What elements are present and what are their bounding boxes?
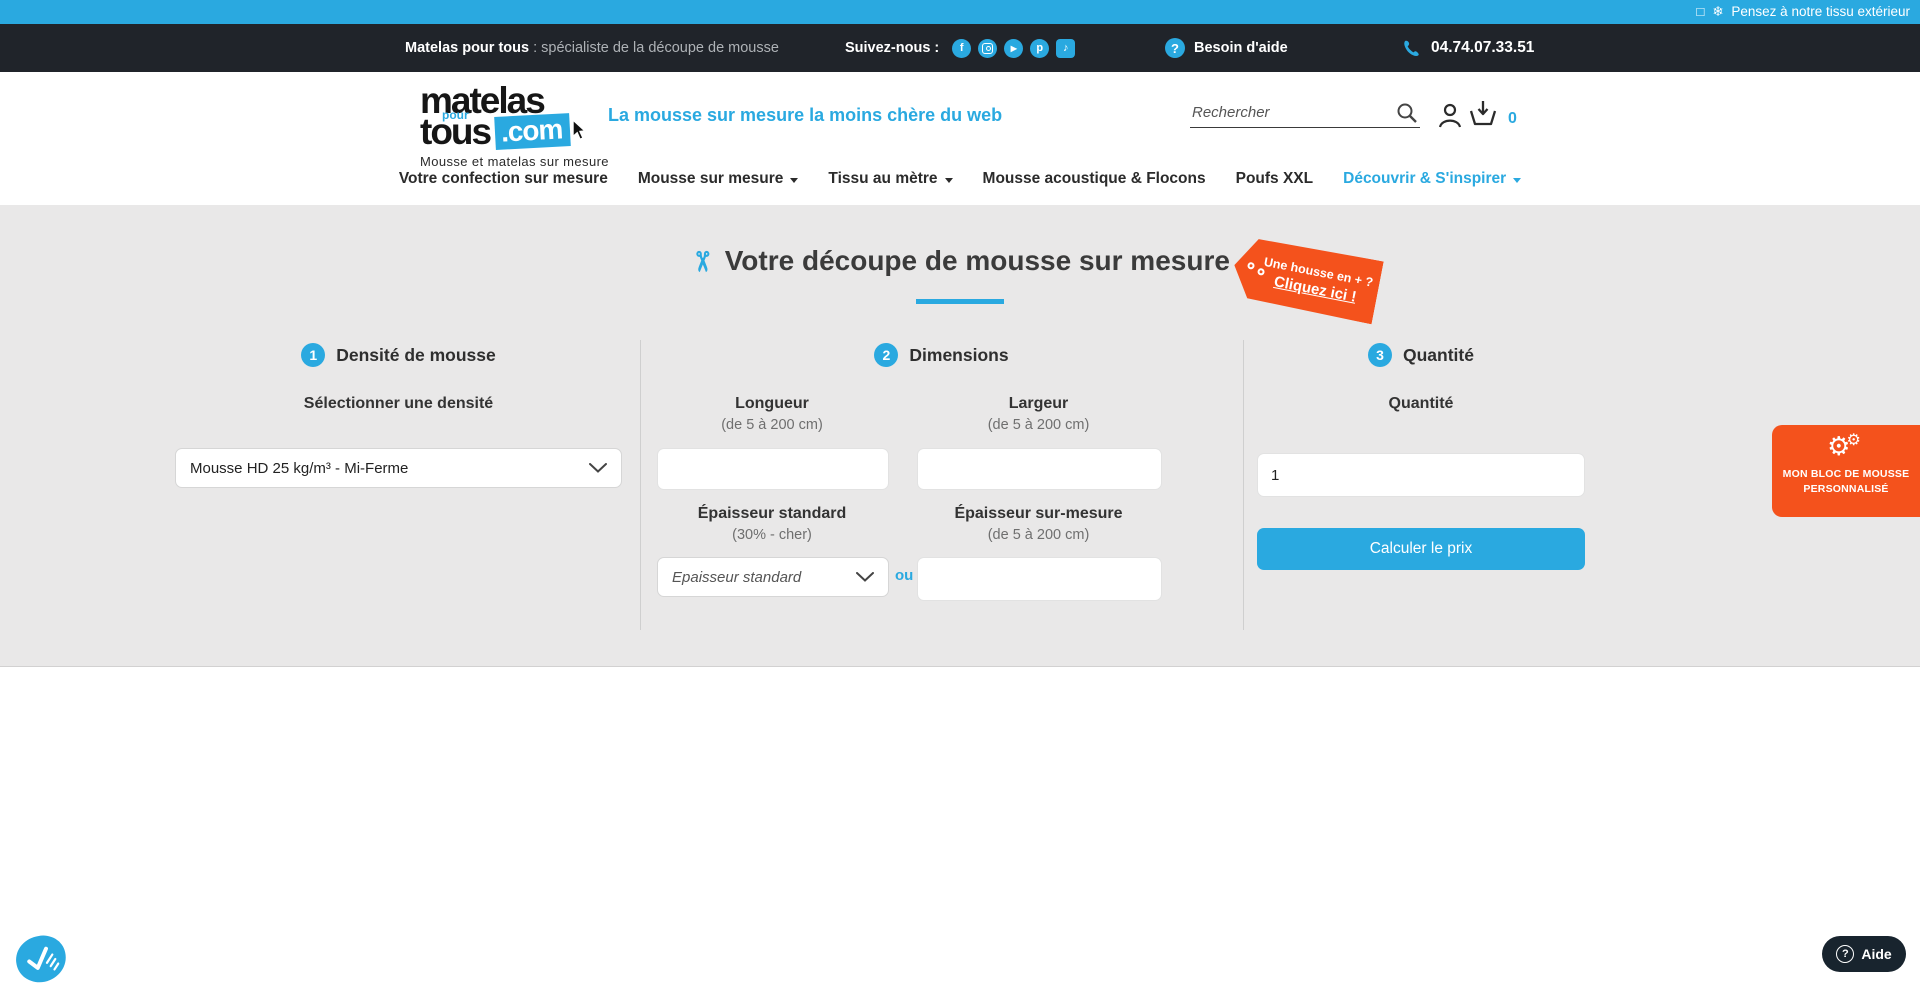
brand-name: Matelas pour tous	[405, 40, 529, 56]
page-title: ✂Votre découpe de mousse sur mesure	[0, 245, 1920, 277]
side-tab-label-line1: MON BLOC DE MOUSSE	[1772, 467, 1920, 482]
custom-thickness-label: Épaisseur sur-mesure	[917, 505, 1160, 523]
logo-subtitle: Mousse et matelas sur mesure	[420, 155, 609, 168]
cart-icon[interactable]	[1468, 100, 1498, 128]
chevron-down-icon	[790, 178, 798, 183]
reviews-widget[interactable]	[12, 931, 70, 986]
width-input[interactable]	[917, 448, 1162, 490]
search-icon[interactable]	[1396, 102, 1418, 124]
top-notice-bar: □ ❄ Pensez à notre tissu extérieur	[0, 0, 1920, 24]
header: matelas pour tous .com Mousse et matelas…	[0, 72, 1920, 205]
density-label: Sélectionner une densité	[175, 395, 622, 413]
nav-mousse-acoustique[interactable]: Mousse acoustique & Flocons	[983, 170, 1206, 188]
or-label: ou	[895, 567, 913, 584]
facebook-icon[interactable]: f	[952, 39, 971, 58]
help-widget-label: Aide	[1861, 946, 1891, 962]
need-help-link[interactable]: ? Besoin d'aide	[1165, 24, 1288, 72]
instagram-camera	[982, 43, 993, 54]
step1-number-badge: 1	[301, 343, 325, 367]
chevron-down-icon	[1513, 178, 1521, 183]
title-underline	[916, 299, 1004, 304]
length-input[interactable]	[657, 448, 889, 490]
tagline: La mousse sur mesure la moins chère du w…	[608, 105, 1002, 126]
chevron-down-icon	[945, 178, 953, 183]
gears-icon: ⚙⚙	[1772, 433, 1920, 467]
follow-label: Suivez-nous :	[845, 40, 939, 56]
mouse-cursor	[572, 119, 591, 141]
phone-number: 04.74.07.33.51	[1431, 39, 1534, 57]
brand-descriptor: : spécialiste de la découpe de mousse	[533, 40, 779, 56]
configurator-section: ✂Votre découpe de mousse sur mesure Une …	[0, 205, 1920, 667]
nav-poufs-xxl[interactable]: Poufs XXL	[1236, 170, 1314, 188]
width-hint: (de 5 à 200 cm)	[917, 417, 1160, 433]
main-nav: Votre confection sur mesure Mousse sur m…	[0, 170, 1920, 188]
std-thickness-label: Épaisseur standard	[657, 505, 887, 523]
step2-number-badge: 2	[874, 343, 898, 367]
density-select[interactable]: Mousse HD 25 kg/m³ - Mi-Ferme	[175, 448, 622, 488]
nav-mousse-sur-mesure[interactable]: Mousse sur mesure	[638, 170, 799, 188]
need-help-label: Besoin d'aide	[1194, 40, 1288, 56]
std-thickness-select[interactable]: Epaisseur standard	[657, 557, 889, 597]
chevron-down-icon	[856, 572, 874, 582]
column-divider	[640, 340, 641, 630]
question-icon: ?	[1165, 38, 1185, 58]
help-widget-button[interactable]: ? Aide	[1822, 936, 1906, 972]
brand-line: Matelas pour tous : spécialiste de la dé…	[405, 24, 779, 72]
quantity-input[interactable]	[1257, 453, 1585, 497]
std-thickness-hint: (30% - cher)	[657, 527, 887, 543]
box-icon: □	[1696, 4, 1704, 19]
step2-header: 2 Dimensions	[640, 343, 1243, 367]
snowflake-icon: ❄	[1712, 4, 1723, 19]
step3-number-badge: 3	[1368, 343, 1392, 367]
info-bar: Matelas pour tous : spécialiste de la dé…	[0, 24, 1920, 72]
phone-contact[interactable]: 04.74.07.33.51	[1402, 24, 1534, 72]
social-links: Suivez-nous : f ▶ p ♪	[845, 24, 1075, 72]
pinterest-icon[interactable]: p	[1030, 39, 1049, 58]
phone-icon	[1402, 39, 1421, 58]
check-icon	[21, 941, 60, 977]
account-icon[interactable]	[1437, 102, 1463, 129]
chevron-down-icon	[589, 463, 607, 473]
column-divider	[1243, 340, 1244, 630]
length-hint: (de 5 à 200 cm)	[657, 417, 887, 433]
youtube-icon[interactable]: ▶	[1004, 39, 1023, 58]
cart-count[interactable]: 0	[1508, 110, 1517, 128]
width-label: Largeur	[917, 395, 1160, 413]
nav-decouvrir[interactable]: Découvrir & S'inspirer	[1343, 170, 1521, 188]
tiktok-icon[interactable]: ♪	[1056, 39, 1075, 58]
instagram-icon[interactable]	[978, 39, 997, 58]
logo-com-box: .com	[494, 113, 571, 150]
custom-thickness-input[interactable]	[917, 557, 1162, 601]
scissors-icon: ✂	[686, 250, 717, 273]
search-box	[1190, 98, 1420, 128]
step1-header: 1 Densité de mousse	[175, 343, 622, 367]
top-notice-text[interactable]: Pensez à notre tissu extérieur	[1731, 4, 1910, 19]
nav-tissu-au-metre[interactable]: Tissu au mètre	[828, 170, 952, 188]
search-input[interactable]	[1190, 98, 1420, 128]
length-label: Longueur	[657, 395, 887, 413]
nav-confection[interactable]: Votre confection sur mesure	[399, 170, 608, 188]
logo-pour: pour	[442, 109, 469, 121]
tag-eyelet	[1247, 262, 1255, 270]
calculate-price-button[interactable]: Calculer le prix	[1257, 528, 1585, 570]
quantity-label: Quantité	[1257, 395, 1585, 413]
help-question-icon: ?	[1836, 945, 1854, 963]
custom-foam-block-tab[interactable]: ⚙⚙ MON BLOC DE MOUSSE PERSONNALISÉ	[1772, 425, 1920, 517]
side-tab-label-line2: PERSONNALISÉ	[1772, 482, 1920, 497]
custom-thickness-hint: (de 5 à 200 cm)	[917, 527, 1160, 543]
step3-header: 3 Quantité	[1257, 343, 1585, 367]
page: □ ❄ Pensez à notre tissu extérieur Matel…	[0, 0, 1920, 993]
